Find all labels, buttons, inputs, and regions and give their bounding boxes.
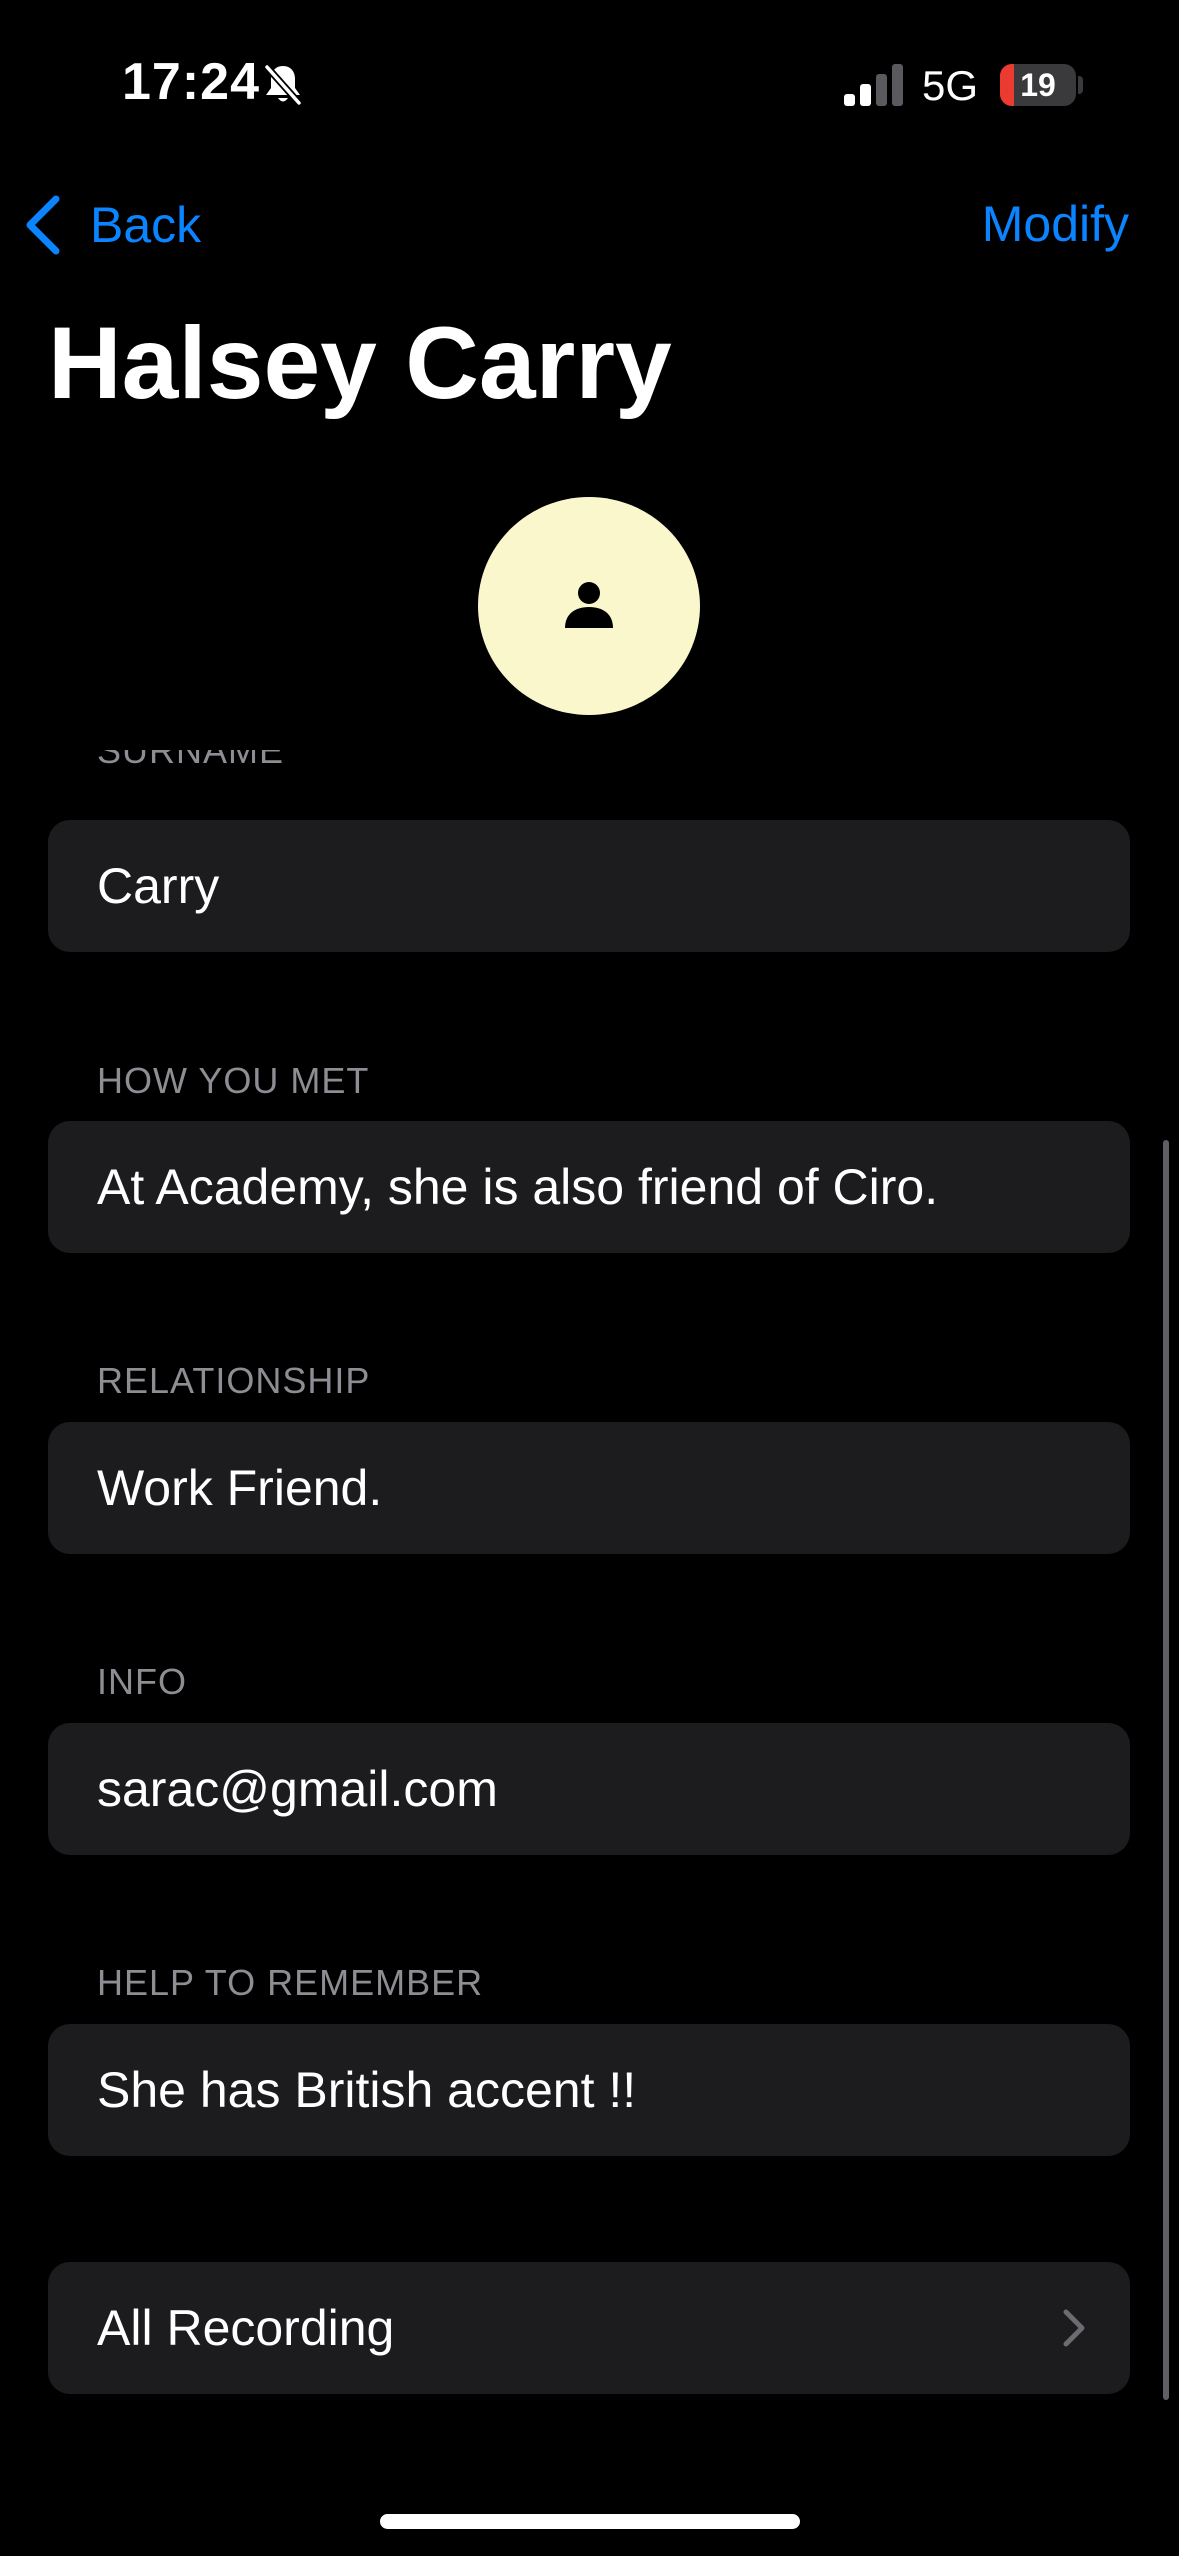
- chevron-left-icon: [26, 195, 60, 255]
- avatar[interactable]: [478, 497, 700, 715]
- section-header-help-to-remember: HELP TO REMEMBER: [97, 1962, 484, 2003]
- bell-slash-icon: [263, 63, 303, 107]
- info-field[interactable]: sarac@gmail.com: [48, 1723, 1130, 1855]
- status-bar: 17:24 5G 19: [0, 0, 1179, 170]
- surname-field[interactable]: Carry: [48, 820, 1130, 952]
- how-you-met-field[interactable]: At Academy, she is also friend of Ciro.: [48, 1121, 1130, 1253]
- how-you-met-value: At Academy, she is also friend of Ciro.: [97, 1159, 939, 1215]
- scroll-indicator[interactable]: [1163, 1140, 1169, 2400]
- modify-button[interactable]: Modify: [982, 195, 1129, 253]
- relationship-field[interactable]: Work Friend.: [48, 1422, 1130, 1554]
- battery-cap: [1078, 76, 1083, 94]
- surname-value: Carry: [97, 858, 220, 914]
- relationship-value: Work Friend.: [97, 1460, 383, 1516]
- all-recording-label: All Recording: [97, 2300, 395, 2356]
- back-button[interactable]: Back: [22, 190, 201, 260]
- section-header-relationship: RELATIONSHIP: [97, 1360, 371, 1401]
- person-icon: [565, 582, 613, 628]
- info-value: sarac@gmail.com: [97, 1761, 498, 1817]
- signal-icon: [844, 64, 903, 106]
- network-label: 5G: [922, 62, 979, 109]
- home-indicator[interactable]: [380, 2514, 800, 2529]
- section-header-how-you-met: HOW YOU MET: [97, 1060, 370, 1101]
- help-to-remember-field[interactable]: She has British accent !!: [48, 2024, 1130, 2156]
- section-header-surname: SURNAME: [97, 750, 285, 771]
- all-recording-row[interactable]: All Recording: [48, 2262, 1130, 2394]
- section-header-info: INFO: [97, 1661, 187, 1702]
- help-to-remember-value: She has British accent !!: [97, 2062, 637, 2118]
- battery-indicator: 19: [1000, 64, 1076, 106]
- chevron-right-icon: [1063, 2309, 1085, 2347]
- contact-name-title: Halsey Carry: [48, 306, 672, 420]
- back-label: Back: [90, 197, 202, 253]
- status-time: 17:24: [122, 53, 260, 111]
- battery-percent: 19: [1020, 67, 1056, 103]
